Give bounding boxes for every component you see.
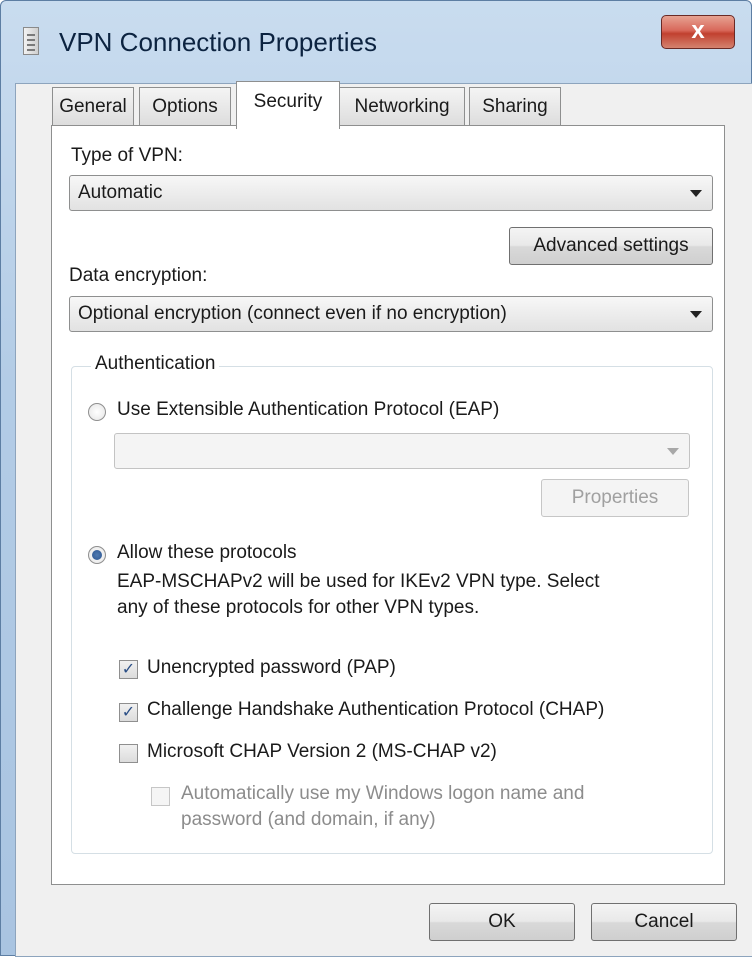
data-encryption-value: Optional encryption (connect even if no …	[78, 303, 507, 324]
tab-general[interactable]: General	[52, 87, 134, 127]
chap-checkbox[interactable]: ✓	[119, 703, 138, 722]
allow-protocols-label[interactable]: Allow these protocols	[117, 542, 297, 564]
advanced-settings-button[interactable]: Advanced settings	[509, 227, 713, 265]
mschapv2-label[interactable]: Microsoft CHAP Version 2 (MS-CHAP v2)	[147, 741, 497, 763]
protocols-note-line2: any of these protocols for other VPN typ…	[117, 597, 480, 618]
pap-label[interactable]: Unencrypted password (PAP)	[147, 657, 396, 679]
document-icon	[23, 27, 39, 55]
vpn-type-label: Type of VPN:	[71, 145, 183, 166]
cancel-button[interactable]: Cancel	[591, 903, 737, 941]
close-button[interactable]: x	[661, 15, 735, 49]
data-encryption-dropdown[interactable]: Optional encryption (connect even if no …	[69, 296, 713, 332]
tab-networking[interactable]: Networking	[339, 87, 465, 127]
chevron-down-icon	[667, 448, 679, 455]
tab-options[interactable]: Options	[139, 87, 231, 127]
auto-logon-checkbox[interactable]	[151, 787, 170, 806]
protocols-note-line1: EAP-MSCHAPv2 will be used for IKEv2 VPN …	[117, 571, 600, 592]
window-title: VPN Connection Properties	[59, 27, 377, 57]
eap-radio-label[interactable]: Use Extensible Authentication Protocol (…	[117, 399, 499, 421]
vpn-type-dropdown[interactable]: Automatic	[69, 175, 713, 211]
eap-method-dropdown[interactable]	[114, 433, 690, 469]
authentication-group-label: Authentication	[91, 353, 220, 375]
eap-properties-button[interactable]: Properties	[541, 479, 689, 517]
ok-button[interactable]: OK	[429, 903, 575, 941]
vpn-properties-window: VPN Connection Properties x General Opti…	[0, 0, 752, 957]
chevron-down-icon	[690, 311, 702, 318]
mschapv2-checkbox[interactable]	[119, 744, 138, 763]
auto-logon-label-line2[interactable]: password (and domain, if any)	[181, 809, 436, 831]
chevron-down-icon	[690, 190, 702, 197]
auto-logon-label-line1[interactable]: Automatically use my Windows logon name …	[181, 783, 584, 805]
tab-security[interactable]: Security	[236, 81, 340, 129]
eap-radio[interactable]	[88, 403, 106, 421]
allow-protocols-radio[interactable]	[88, 546, 106, 564]
data-encryption-label: Data encryption:	[69, 265, 208, 286]
chap-label[interactable]: Challenge Handshake Authentication Proto…	[147, 699, 604, 721]
vpn-type-value: Automatic	[78, 182, 163, 203]
title-bar[interactable]: VPN Connection Properties x	[1, 1, 752, 81]
tab-sharing[interactable]: Sharing	[469, 87, 561, 127]
pap-checkbox[interactable]: ✓	[119, 660, 138, 679]
